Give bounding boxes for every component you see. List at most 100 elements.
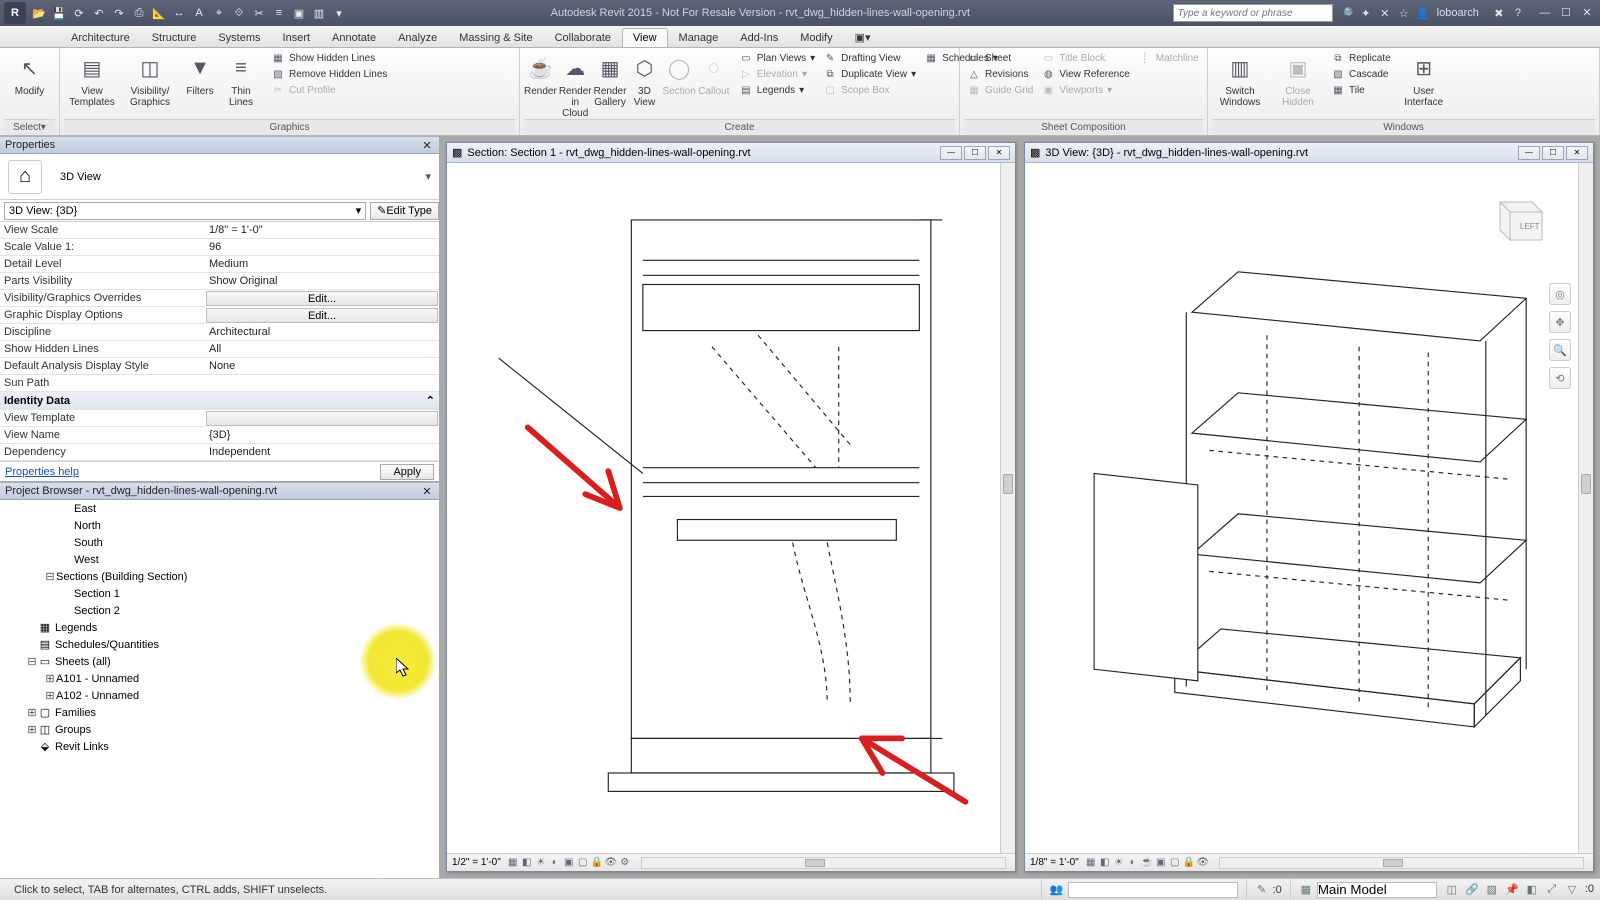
- close-icon[interactable]: ✕: [420, 485, 434, 498]
- tab-annotate[interactable]: Annotate: [321, 28, 387, 47]
- crop-icon[interactable]: ▣: [1154, 856, 1168, 870]
- design-options-icon[interactable]: ◫: [1445, 883, 1459, 897]
- properties-help-link[interactable]: Properties help: [5, 466, 79, 478]
- doc-max-button[interactable]: ☐: [1542, 146, 1564, 160]
- temp-hide-icon[interactable]: 👁: [1196, 856, 1210, 870]
- replicate-button[interactable]: ⧉Replicate: [1328, 50, 1394, 66]
- project-browser-header[interactable]: Project Browser - rvt_dwg_hidden-lines-w…: [0, 482, 439, 500]
- prop-edit-button[interactable]: Edit...: [206, 308, 438, 323]
- prop-value[interactable]: [205, 375, 439, 392]
- tab-insert[interactable]: Insert: [272, 28, 322, 47]
- shadows-icon[interactable]: ◐: [548, 856, 562, 870]
- shadows-icon[interactable]: ◐: [1126, 856, 1140, 870]
- filter-icon[interactable]: ▽: [1565, 883, 1579, 897]
- sun-path-icon[interactable]: ☀: [534, 856, 548, 870]
- tree-node[interactable]: ▤Schedules/Quantities: [0, 636, 439, 653]
- filters-button[interactable]: ▼Filters: [180, 50, 220, 97]
- sun-path-icon[interactable]: ☀: [1112, 856, 1126, 870]
- prop-value[interactable]: All: [205, 341, 439, 358]
- tab-addins[interactable]: Add-Ins: [729, 28, 789, 47]
- edit-type-button[interactable]: ✎ Edit Type: [370, 202, 439, 220]
- properties-header[interactable]: Properties✕: [0, 136, 439, 154]
- remove-hidden-lines-button[interactable]: ▧Remove Hidden Lines: [268, 66, 390, 82]
- zoom-icon[interactable]: 🔍: [1549, 339, 1571, 361]
- save-icon[interactable]: 💾: [50, 4, 68, 22]
- plan-views-button[interactable]: ▭Plan Views ▾: [736, 50, 818, 66]
- view-scale-label[interactable]: 1/2" = 1'-0": [452, 857, 501, 868]
- vertical-scrollbar[interactable]: [1578, 163, 1593, 853]
- user-interface-button[interactable]: ⊞User Interface: [1396, 50, 1452, 108]
- tree-node[interactable]: ⊟▭Sheets (all): [0, 653, 439, 670]
- crop-region-icon[interactable]: ▢: [576, 856, 590, 870]
- prop-edit-button[interactable]: [206, 411, 438, 426]
- section-canvas[interactable]: [447, 163, 1000, 853]
- prop-value[interactable]: None: [205, 358, 439, 375]
- prop-value[interactable]: 1/8" = 1'-0": [205, 222, 439, 239]
- doc-min-button[interactable]: —: [940, 146, 962, 160]
- prop-value[interactable]: Medium: [205, 256, 439, 273]
- view-reference-button[interactable]: ◍View Reference: [1038, 66, 1132, 82]
- crop-region-icon[interactable]: ▢: [1168, 856, 1182, 870]
- doc-max-button[interactable]: ☐: [964, 146, 986, 160]
- tree-node[interactable]: ▦Legends: [0, 619, 439, 636]
- tab-architecture[interactable]: Architecture: [60, 28, 141, 47]
- thin-lines-qat-icon[interactable]: ≡: [270, 4, 288, 22]
- legends-button[interactable]: ▤Legends ▾: [736, 82, 818, 98]
- doc-min-button[interactable]: —: [1518, 146, 1540, 160]
- visual-style-icon[interactable]: ◧: [520, 856, 534, 870]
- tab-modify[interactable]: Modify: [789, 28, 843, 47]
- undo-icon[interactable]: ↶: [90, 4, 108, 22]
- doc-close-button[interactable]: ✕: [988, 146, 1010, 160]
- workset-icon[interactable]: ▦: [1299, 883, 1313, 897]
- tree-node[interactable]: North: [0, 517, 439, 534]
- app-menu-button[interactable]: R: [4, 2, 26, 24]
- close-icon[interactable]: ✕: [420, 139, 434, 152]
- options-icon[interactable]: ✖: [1491, 5, 1507, 21]
- pan-icon[interactable]: ✥: [1549, 311, 1571, 333]
- modify-button[interactable]: ↖Modify: [4, 50, 55, 97]
- temp-hide-icon[interactable]: 👁: [604, 856, 618, 870]
- tab-massing-site[interactable]: Massing & Site: [448, 28, 543, 47]
- tree-node[interactable]: South: [0, 534, 439, 551]
- switch-qat-icon[interactable]: ▥: [310, 4, 328, 22]
- tab-overflow-icon[interactable]: ▣▾: [844, 27, 882, 47]
- tree-expander-icon[interactable]: ⊞: [44, 689, 56, 702]
- tile-button[interactable]: ▦Tile: [1328, 82, 1394, 98]
- close-hidden-qat-icon[interactable]: ▣: [290, 4, 308, 22]
- view-cube[interactable]: LEFT: [1480, 188, 1550, 250]
- tab-analyze[interactable]: Analyze: [387, 28, 448, 47]
- detail-level-icon[interactable]: ▦: [506, 856, 520, 870]
- tab-systems[interactable]: Systems: [207, 28, 271, 47]
- tree-node[interactable]: ⊟Sections (Building Section): [0, 568, 439, 585]
- tab-collaborate[interactable]: Collaborate: [544, 28, 622, 47]
- prop-value[interactable]: Architectural: [205, 324, 439, 341]
- drafting-view-button[interactable]: ✎Drafting View: [820, 50, 919, 66]
- print-icon[interactable]: ⎙: [130, 4, 148, 22]
- subscription-icon[interactable]: ✦: [1358, 5, 1374, 21]
- tree-expander-icon[interactable]: ⊞: [26, 723, 38, 736]
- tab-manage[interactable]: Manage: [668, 28, 730, 47]
- worksharing-combo[interactable]: [1068, 882, 1238, 898]
- horizontal-scrollbar[interactable]: [641, 857, 1006, 869]
- tree-node[interactable]: Section 2: [0, 602, 439, 619]
- tab-view[interactable]: View: [622, 28, 668, 47]
- tab-structure[interactable]: Structure: [141, 28, 208, 47]
- worksharing-icon[interactable]: 👥: [1050, 883, 1064, 897]
- tree-node[interactable]: ⬙Revit Links: [0, 738, 439, 755]
- prop-value[interactable]: 96: [205, 239, 439, 256]
- show-hidden-lines-button[interactable]: ▦Show Hidden Lines: [268, 50, 390, 66]
- render-icon[interactable]: ☕: [1140, 856, 1154, 870]
- redo-icon[interactable]: ↷: [110, 4, 128, 22]
- editable-icon[interactable]: ✎: [1255, 883, 1269, 897]
- lock-icon[interactable]: 🔒: [1182, 856, 1196, 870]
- close-button[interactable]: ✕: [1578, 5, 1596, 21]
- sync-icon[interactable]: ⟳: [70, 4, 88, 22]
- dim-icon[interactable]: ↔: [170, 4, 188, 22]
- tree-expander-icon[interactable]: ⊞: [26, 706, 38, 719]
- dropdown-icon[interactable]: ▾: [425, 170, 431, 183]
- tree-expander-icon[interactable]: ⊟: [26, 655, 38, 668]
- view-templates-button[interactable]: ▤View Templates: [64, 50, 120, 108]
- open-icon[interactable]: 📂: [30, 4, 48, 22]
- tree-node[interactable]: Section 1: [0, 585, 439, 602]
- lock-icon[interactable]: 🔒: [590, 856, 604, 870]
